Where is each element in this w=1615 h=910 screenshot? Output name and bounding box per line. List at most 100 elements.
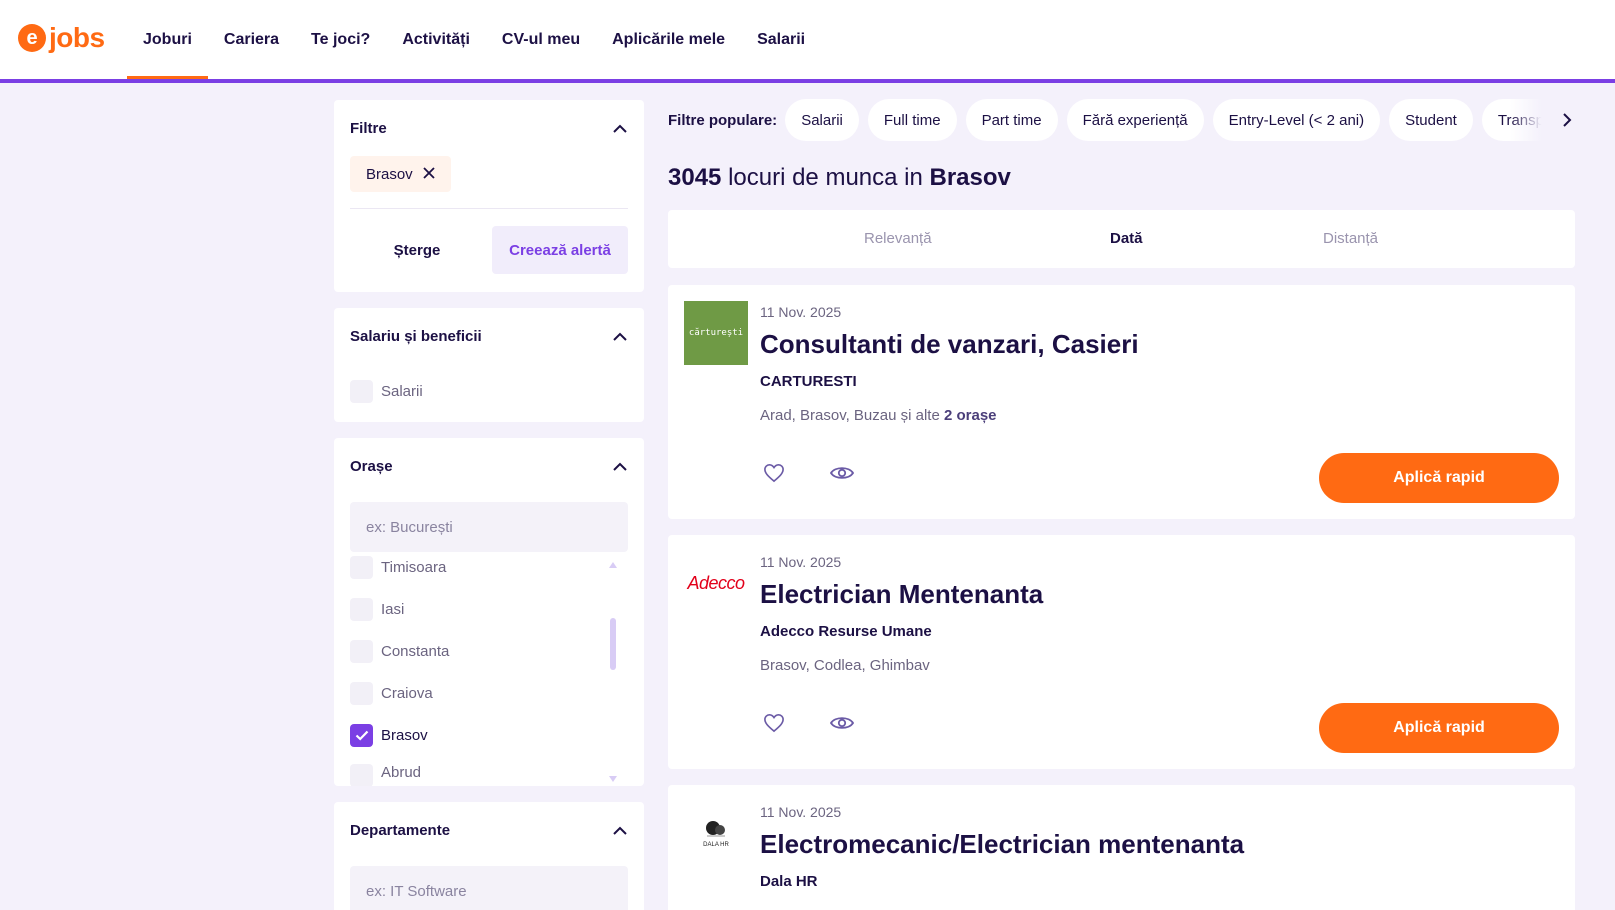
company-logo[interactable]: DALA HR xyxy=(684,801,748,865)
company-logo[interactable]: cărturești xyxy=(684,301,748,365)
scroll-down-arrow-icon[interactable] xyxy=(609,776,617,782)
city-list-scrollbar[interactable] xyxy=(610,618,616,670)
job-locations: Arad, Brasov, Buzau și alte 2 orașe xyxy=(760,407,997,424)
job-date: 11 Nov. 2025 xyxy=(760,304,842,320)
job-company[interactable]: Dala HR xyxy=(760,873,818,890)
close-icon[interactable] xyxy=(423,166,435,183)
sort-distanta[interactable]: Distanță xyxy=(1323,230,1378,247)
checkbox-box[interactable] xyxy=(350,764,373,786)
checkbox-salarii[interactable]: Salarii xyxy=(350,380,423,403)
chevron-up-icon[interactable] xyxy=(612,459,628,475)
heart-icon xyxy=(764,463,784,483)
pill-entry-level[interactable]: Entry-Level (< 2 ani) xyxy=(1212,99,1381,141)
checkbox-box[interactable] xyxy=(350,598,373,621)
logo-label: cărturești xyxy=(688,328,744,338)
job-card[interactable]: DALA HR 11 Nov. 2025 Electromecanic/Elec… xyxy=(668,785,1575,910)
scroll-up-arrow-icon[interactable] xyxy=(609,562,617,568)
cities-title: Orașe xyxy=(350,458,393,475)
job-title[interactable]: Electrician Mentenanta xyxy=(760,579,1043,610)
chip-label: Brasov xyxy=(366,165,413,183)
quick-apply-button[interactable]: Aplică rapid xyxy=(1319,453,1559,503)
departments-title: Departamente xyxy=(350,822,451,839)
checkbox-label: Timisoara xyxy=(381,559,447,576)
job-locations-text: Brasov, Codlea, Ghimbav xyxy=(760,657,930,674)
create-alert-button[interactable]: Creează alertă xyxy=(492,226,628,274)
pill-full-time[interactable]: Full time xyxy=(867,99,957,141)
job-locations-text: Arad, Brasov, Buzau și alte xyxy=(760,407,940,424)
cities-header[interactable]: Orașe xyxy=(350,458,628,475)
logo-text: jobs xyxy=(49,22,105,53)
favorite-button[interactable] xyxy=(754,453,794,493)
nav-aplicarile-mele[interactable]: Aplicările mele xyxy=(596,0,741,79)
sort-bar: Relevanță Dată Distanță xyxy=(668,210,1575,268)
job-date: 11 Nov. 2025 xyxy=(760,804,842,820)
checkbox-box[interactable] xyxy=(350,682,373,705)
sort-relevanta[interactable]: Relevanță xyxy=(864,230,932,247)
results-city: Brasov xyxy=(929,164,1011,191)
job-date: 11 Nov. 2025 xyxy=(760,554,842,570)
active-filter-chip[interactable]: Brasov xyxy=(350,156,451,192)
job-card[interactable]: cărturești 11 Nov. 2025 Consultanti de v… xyxy=(668,285,1575,519)
pill-student[interactable]: Student xyxy=(1389,99,1473,141)
pill-part-time[interactable]: Part time xyxy=(965,99,1058,141)
job-company[interactable]: Adecco Resurse Umane xyxy=(760,623,932,640)
checkbox-label: Craiova xyxy=(381,685,433,702)
logo-label: DALA HR xyxy=(703,842,729,848)
checkbox-box[interactable] xyxy=(350,380,373,403)
popular-filters: Filtre populare: Salarii Full time Part … xyxy=(668,98,1580,142)
nav-cariera[interactable]: Cariera xyxy=(208,0,295,79)
checkbox-abrud[interactable]: Abrud xyxy=(350,764,421,786)
checkbox-box[interactable] xyxy=(350,556,373,579)
chevron-up-icon[interactable] xyxy=(612,823,628,839)
cities-card: Orașe Timisoara Iasi Constanta Craiova B… xyxy=(334,438,644,786)
checkbox-iasi[interactable]: Iasi xyxy=(350,598,404,621)
filters-title: Filtre xyxy=(350,120,387,137)
checkbox-constanta[interactable]: Constanta xyxy=(350,640,449,663)
checkbox-craiova[interactable]: Craiova xyxy=(350,682,433,705)
checkbox-brasov[interactable]: Brasov xyxy=(350,724,428,747)
nav-joburi[interactable]: Joburi xyxy=(127,0,208,79)
filters-header[interactable]: Filtre xyxy=(350,120,628,137)
sort-data[interactable]: Dată xyxy=(1110,230,1143,247)
pill-salarii[interactable]: Salarii xyxy=(785,99,859,141)
pills-scroll-right[interactable] xyxy=(1510,98,1580,142)
departments-header[interactable]: Departamente xyxy=(350,822,628,839)
checkbox-box[interactable] xyxy=(350,724,373,747)
popular-filters-label: Filtre populare: xyxy=(668,111,778,129)
favorite-button[interactable] xyxy=(754,703,794,743)
chevron-up-icon[interactable] xyxy=(612,329,628,345)
top-header: e jobs Joburi Cariera Te joci? Activităț… xyxy=(0,0,1615,83)
salary-header[interactable]: Salariu și beneficii xyxy=(350,328,628,345)
salary-title: Salariu și beneficii xyxy=(350,328,482,345)
filters-card: Filtre Brasov Șterge Creează alertă xyxy=(334,100,644,292)
logo-label: Adecco xyxy=(687,572,745,593)
quick-apply-button[interactable]: Aplică rapid xyxy=(1319,703,1559,753)
eye-icon xyxy=(830,467,854,479)
job-title[interactable]: Electromecanic/Electrician mentenanta xyxy=(760,829,1244,860)
job-more-cities[interactable]: 2 orașe xyxy=(944,407,997,424)
ejobs-logo[interactable]: e jobs xyxy=(18,22,105,54)
pill-fara-experienta[interactable]: Fără experiență xyxy=(1066,99,1204,141)
job-card[interactable]: Adecco 11 Nov. 2025 Electrician Mentenan… xyxy=(668,535,1575,769)
checkbox-label: Salarii xyxy=(381,383,423,400)
view-button[interactable] xyxy=(822,703,862,743)
department-search-input[interactable] xyxy=(350,866,628,910)
checkbox-box[interactable] xyxy=(350,640,373,663)
city-search-input[interactable] xyxy=(350,502,628,552)
nav-te-joci[interactable]: Te joci? xyxy=(295,0,386,79)
nav-salarii[interactable]: Salarii xyxy=(741,0,821,79)
check-icon xyxy=(355,730,368,741)
nav-cv-ul-meu[interactable]: CV-ul meu xyxy=(486,0,596,79)
eye-icon xyxy=(830,717,854,729)
chevron-up-icon[interactable] xyxy=(612,121,628,137)
job-title[interactable]: Consultanti de vanzari, Casieri xyxy=(760,329,1139,360)
company-logo[interactable]: Adecco xyxy=(684,551,748,615)
results-heading: 3045 locuri de munca in Brasov xyxy=(668,164,1011,192)
nav-activitati[interactable]: Activități xyxy=(386,0,486,79)
job-locations: Brasov, Codlea, Ghimbav xyxy=(760,657,930,674)
results-text: locuri de munca in xyxy=(728,164,923,191)
view-button[interactable] xyxy=(822,453,862,493)
job-company[interactable]: CARTURESTI xyxy=(760,373,857,390)
checkbox-timisoara[interactable]: Timisoara xyxy=(350,556,446,579)
clear-filters-button[interactable]: Șterge xyxy=(350,226,484,274)
